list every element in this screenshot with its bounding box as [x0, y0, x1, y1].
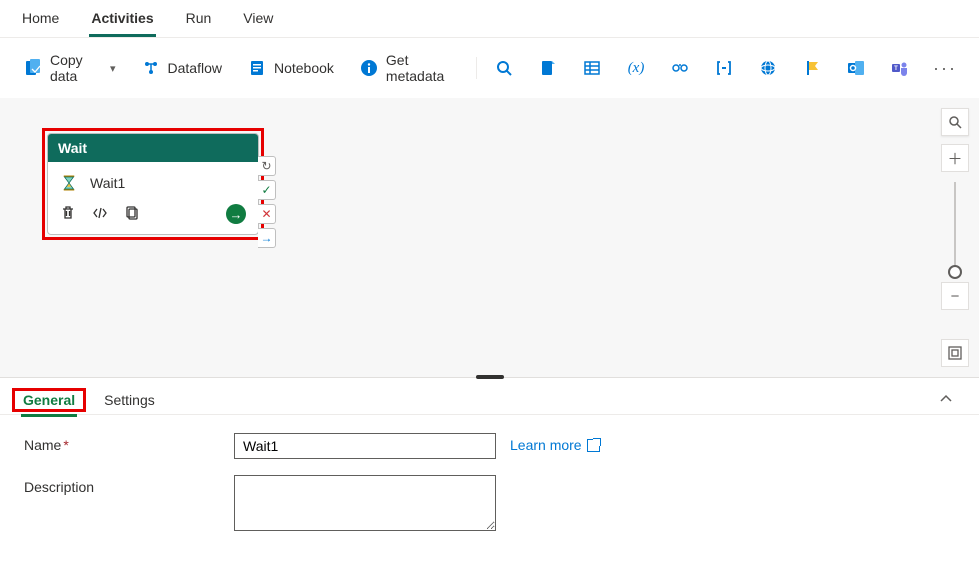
teams-icon: T [891, 59, 909, 77]
activities-toolbar: Copy data ▾ Dataflow Notebook Get metada… [0, 38, 979, 98]
description-label: Description [24, 475, 234, 495]
external-link-icon [587, 439, 600, 452]
skip-handle[interactable]: → [258, 228, 276, 248]
more-button[interactable]: ··· [925, 58, 965, 79]
teams-button[interactable]: T [881, 53, 919, 83]
zoom-in-button[interactable]: ＋ [941, 144, 969, 172]
canvas-side-controls: ＋ − [941, 108, 969, 310]
notebook-icon [248, 59, 266, 77]
delete-activity-button[interactable] [60, 205, 76, 224]
wait-activity[interactable]: Wait Wait1 [47, 133, 259, 235]
main-tab-bar: Home Activities Run View [0, 0, 979, 38]
functions-button[interactable] [705, 53, 743, 83]
svg-text:T: T [894, 66, 898, 72]
copy-data-icon [24, 59, 42, 77]
zoom-slider-thumb[interactable] [948, 265, 962, 279]
required-indicator: * [63, 437, 68, 453]
info-icon [360, 59, 378, 77]
properties-panel: General Settings Name* Learn more Descri… [0, 378, 979, 565]
globe-icon [759, 59, 777, 77]
activity-highlight-box: Wait Wait1 [42, 128, 264, 240]
web-button[interactable] [749, 53, 787, 83]
description-textarea[interactable] [234, 475, 496, 531]
name-label: Name* [24, 433, 234, 453]
notebook-label: Notebook [274, 60, 334, 76]
chevron-down-icon: ▾ [110, 62, 116, 75]
general-tab-highlight: General [12, 388, 86, 412]
outlook-button[interactable] [837, 53, 875, 83]
panel-tab-bar: General Settings [0, 378, 979, 415]
copy-data-label: Copy data [50, 52, 102, 84]
tab-activities[interactable]: Activities [89, 10, 155, 37]
failure-handle[interactable]: ✕ [258, 204, 276, 224]
lookup-button[interactable] [485, 53, 523, 83]
fit-to-screen-button[interactable] [941, 339, 969, 367]
tab-view[interactable]: View [241, 10, 275, 37]
notebook-button[interactable]: Notebook [238, 53, 344, 83]
script-icon [539, 59, 557, 77]
panel-resize-handle[interactable] [476, 375, 504, 379]
tab-run[interactable]: Run [184, 10, 214, 37]
search-icon [495, 59, 513, 77]
dataflow-icon [142, 59, 160, 77]
run-activity-button[interactable]: → [226, 204, 246, 224]
name-input[interactable] [234, 433, 496, 459]
collapse-panel-button[interactable] [931, 388, 961, 413]
copy-activity-button[interactable] [124, 205, 140, 224]
hourglass-icon [60, 174, 78, 192]
script-button[interactable] [529, 53, 567, 83]
learn-more-link[interactable]: Learn more [510, 433, 600, 453]
completion-handle[interactable]: ↻ [258, 156, 276, 176]
variable-button[interactable]: (x) [617, 53, 655, 83]
tab-general[interactable]: General [21, 386, 77, 417]
dataflow-button[interactable]: Dataflow [132, 53, 232, 83]
semantic-model-button[interactable] [793, 53, 831, 83]
canvas-search-button[interactable] [941, 108, 969, 136]
flag-icon [803, 59, 821, 77]
get-metadata-label: Get metadata [386, 52, 458, 84]
table-icon [583, 59, 601, 77]
copy-data-button[interactable]: Copy data ▾ [14, 46, 126, 90]
tab-settings[interactable]: Settings [102, 386, 157, 414]
tab-home[interactable]: Home [20, 10, 61, 37]
variable-icon: (x) [627, 59, 645, 77]
view-code-button[interactable] [92, 205, 108, 224]
zoom-out-button[interactable]: − [941, 282, 969, 310]
activity-name: Wait1 [90, 175, 125, 191]
toolbar-divider [476, 57, 477, 79]
get-metadata-button[interactable]: Get metadata [350, 46, 468, 90]
dataflow-label: Dataflow [168, 60, 222, 76]
general-form: Name* Learn more Description [0, 415, 979, 565]
ml-button[interactable] [661, 53, 699, 83]
activity-type-header: Wait [48, 134, 258, 162]
brackets-icon [715, 59, 733, 77]
activity-output-handles: ↻ ✓ ✕ → [258, 156, 276, 248]
zoom-slider[interactable] [954, 182, 956, 272]
stored-procedure-button[interactable] [573, 53, 611, 83]
pipeline-canvas[interactable]: Wait Wait1 [0, 98, 979, 378]
success-handle[interactable]: ✓ [258, 180, 276, 200]
outlook-icon [847, 59, 865, 77]
ml-icon [671, 59, 689, 77]
